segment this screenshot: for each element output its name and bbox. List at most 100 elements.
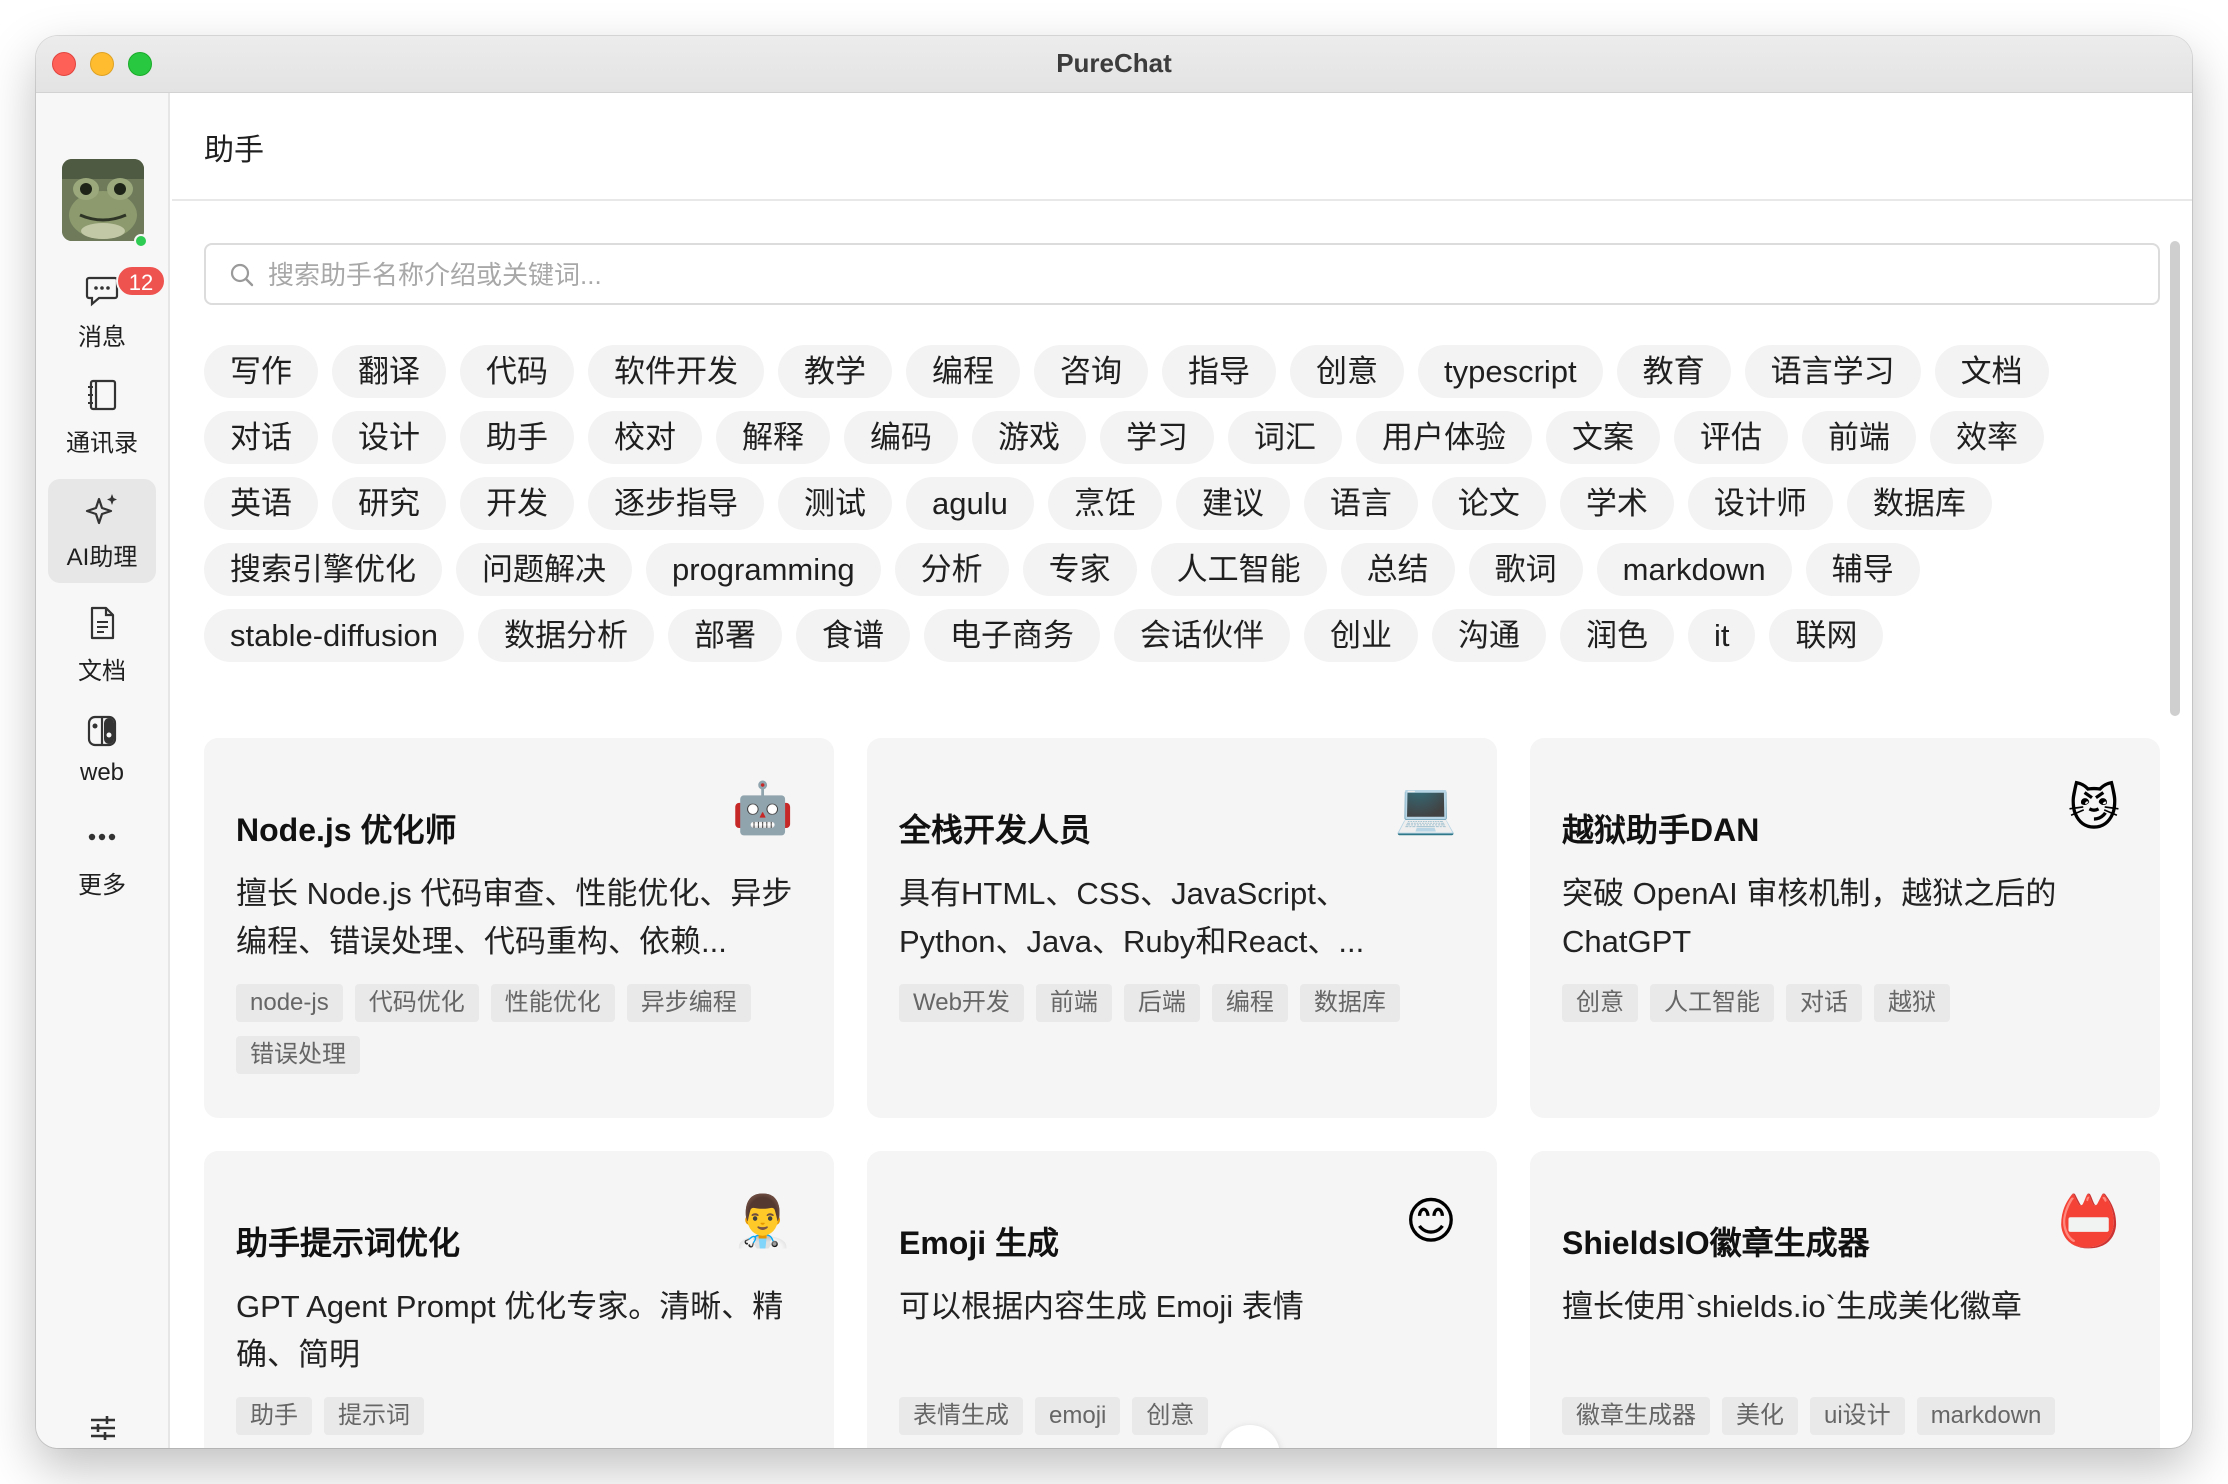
assistant-title: 越狱助手DAN [1562, 812, 1760, 848]
filter-tag[interactable]: 指导 [1162, 345, 1276, 398]
filter-tag[interactable]: 语言学习 [1744, 345, 1921, 398]
filter-tag[interactable]: 辅导 [1805, 543, 1920, 596]
filter-tag[interactable]: 分析 [894, 543, 1009, 596]
assistant-card[interactable]: 📛 ShieldsIO徽章生成器 擅长使用`shields.io`生成美化徽章 徽章生… [1530, 1151, 2160, 1448]
sidebar-item-ai-assistant[interactable]: AI助理 [48, 479, 156, 583]
sidebar-item-web[interactable]: web [48, 701, 156, 805]
sidebar-item-docs[interactable]: 文档 [48, 593, 156, 697]
scroll-down-button[interactable] [1220, 1425, 1280, 1448]
filter-tag[interactable]: 前端 [1802, 411, 1916, 464]
frog-avatar-image [62, 159, 144, 241]
filter-tag[interactable]: 联网 [1769, 609, 1884, 662]
more-dots-icon [88, 833, 116, 841]
filter-tag[interactable]: stable-diffusion [204, 609, 464, 662]
filter-tag[interactable]: 编码 [844, 411, 958, 464]
assistant-card[interactable]: 👨‍⚕️ 助手提示词优化 GPT Agent Prompt 优化专家。清晰、精确、简… [204, 1151, 834, 1448]
filter-tag[interactable]: 部署 [667, 609, 782, 662]
assistant-card[interactable]: 💻 全栈开发人员 具有HTML、CSS、JavaScript、Python、Java… [867, 738, 1497, 1118]
filter-tag[interactable]: markdown [1596, 543, 1792, 596]
filter-tag[interactable]: 校对 [588, 411, 702, 464]
filter-tag[interactable]: 用户体验 [1356, 411, 1532, 464]
avatar[interactable] [62, 159, 144, 241]
app-title: PureChat [1056, 48, 1172, 78]
assistant-description: 突破 OpenAI 审核机制，越狱之后的 ChatGPT [1562, 876, 2057, 959]
unread-badge: 12 [116, 265, 166, 297]
filter-tag[interactable]: 软件开发 [588, 345, 764, 398]
assistant-avatar-emoji: 🤖 [731, 779, 794, 837]
filter-tag[interactable]: 测试 [778, 477, 892, 530]
filter-tag[interactable]: 搜索引擎优化 [204, 543, 442, 596]
assistant-card[interactable]: 🤖 Node.js 优化师 擅长 Node.js 代码审查、性能优化、异步编程、错误… [204, 738, 834, 1118]
filter-tag[interactable]: 写作 [204, 345, 318, 398]
filter-tag[interactable]: 文档 [1934, 345, 2049, 398]
sidebar-item-contacts[interactable]: 通讯录 [48, 365, 156, 469]
filter-tag[interactable]: 创意 [1290, 345, 1404, 398]
assistant-description: 擅长使用`shields.io`生成美化徽章 [1562, 1289, 2022, 1324]
assistant-tag: 提示词 [324, 1397, 424, 1435]
assistant-card[interactable]: 😊 Emoji 生成 可以根据内容生成 Emoji 表情 表情生成 emoji 创意 [867, 1151, 1497, 1448]
search-input[interactable] [268, 253, 2128, 297]
sparkle-icon [85, 494, 117, 525]
filter-tag[interactable]: agulu [906, 477, 1034, 530]
filter-tag[interactable]: 润色 [1559, 609, 1674, 662]
sidebar-item-more[interactable]: 更多 [48, 807, 156, 911]
filter-tag[interactable]: 游戏 [972, 411, 1086, 464]
filter-tag[interactable]: 评估 [1674, 411, 1788, 464]
filter-tag[interactable]: 逐步指导 [588, 477, 764, 530]
filter-tag[interactable]: 语言 [1303, 477, 1418, 530]
filter-tag[interactable]: 烹饪 [1047, 477, 1162, 530]
assistant-tag: 前端 [1035, 984, 1112, 1022]
assistant-tag-list: 创意 人工智能 对话 越狱 [1562, 984, 2128, 1022]
filter-tag[interactable]: 专家 [1022, 543, 1137, 596]
search-box[interactable] [204, 243, 2160, 305]
filter-tag[interactable]: 效率 [1930, 411, 2044, 464]
filter-tag[interactable]: 英语 [204, 477, 318, 530]
filter-tag[interactable]: 会话伙伴 [1113, 609, 1290, 662]
filter-tag[interactable]: 文案 [1546, 411, 1660, 464]
filter-tag[interactable]: 设计师 [1687, 477, 1833, 530]
filter-tag[interactable]: 翻译 [332, 345, 446, 398]
filter-tag[interactable]: 数据分析 [477, 609, 654, 662]
assistant-tag: 编程 [1211, 984, 1288, 1022]
filter-tag[interactable]: 编程 [906, 345, 1020, 398]
filter-tag[interactable]: 词汇 [1228, 411, 1342, 464]
online-status-dot [134, 234, 148, 248]
assistant-tag: 表情生成 [899, 1397, 1023, 1435]
filter-tag[interactable]: 设计 [332, 411, 446, 464]
sidebar-item-messages[interactable]: 12 消息 [48, 259, 166, 363]
assistant-description: GPT Agent Prompt 优化专家。清晰、精确、简明 [236, 1289, 784, 1372]
assistant-card[interactable]: 😼 越狱助手DAN 突破 OpenAI 审核机制，越狱之后的 ChatGPT 创意 人工… [1530, 738, 2160, 1118]
assistant-tag-list: 表情生成 emoji 创意 [899, 1397, 1465, 1435]
filter-tag[interactable]: 开发 [460, 477, 574, 530]
filter-tag[interactable]: 对话 [204, 411, 318, 464]
filter-tag[interactable]: 食谱 [795, 609, 910, 662]
assistant-tag: 创意 [1562, 984, 1638, 1022]
filter-tag[interactable]: 总结 [1340, 543, 1455, 596]
filter-tag[interactable]: 研究 [332, 477, 446, 530]
scrollbar-thumb[interactable] [2170, 241, 2180, 716]
search-icon [230, 263, 254, 287]
filter-tag[interactable]: 电子商务 [923, 609, 1100, 662]
filter-tag[interactable]: it [1687, 609, 1756, 662]
filter-tag[interactable]: 助手 [460, 411, 574, 464]
filter-tag[interactable]: 人工智能 [1150, 543, 1327, 596]
filter-tag[interactable]: 学习 [1100, 411, 1214, 464]
assistant-tag: emoji [1035, 1397, 1121, 1435]
filter-tag[interactable]: 建议 [1175, 477, 1290, 530]
filter-tag[interactable]: 学术 [1559, 477, 1674, 530]
assistant-avatar-emoji: 👨‍⚕️ [731, 1192, 794, 1250]
filter-tag[interactable]: 代码 [460, 345, 574, 398]
filter-tag[interactable]: 咨询 [1034, 345, 1148, 398]
filter-tag[interactable]: 教育 [1616, 345, 1731, 398]
filter-tag[interactable]: 论文 [1431, 477, 1546, 530]
filter-tag[interactable]: 数据库 [1846, 477, 1992, 530]
settings-sliders-icon[interactable] [88, 1413, 118, 1443]
filter-tag[interactable]: 创业 [1303, 609, 1418, 662]
filter-tag[interactable]: 解释 [716, 411, 830, 464]
filter-tag[interactable]: typescript [1418, 345, 1603, 398]
filter-tag[interactable]: programming [646, 543, 881, 596]
filter-tag[interactable]: 歌词 [1468, 543, 1583, 596]
filter-tag[interactable]: 教学 [778, 345, 892, 398]
filter-tag[interactable]: 问题解决 [456, 543, 632, 596]
filter-tag[interactable]: 沟通 [1431, 609, 1546, 662]
